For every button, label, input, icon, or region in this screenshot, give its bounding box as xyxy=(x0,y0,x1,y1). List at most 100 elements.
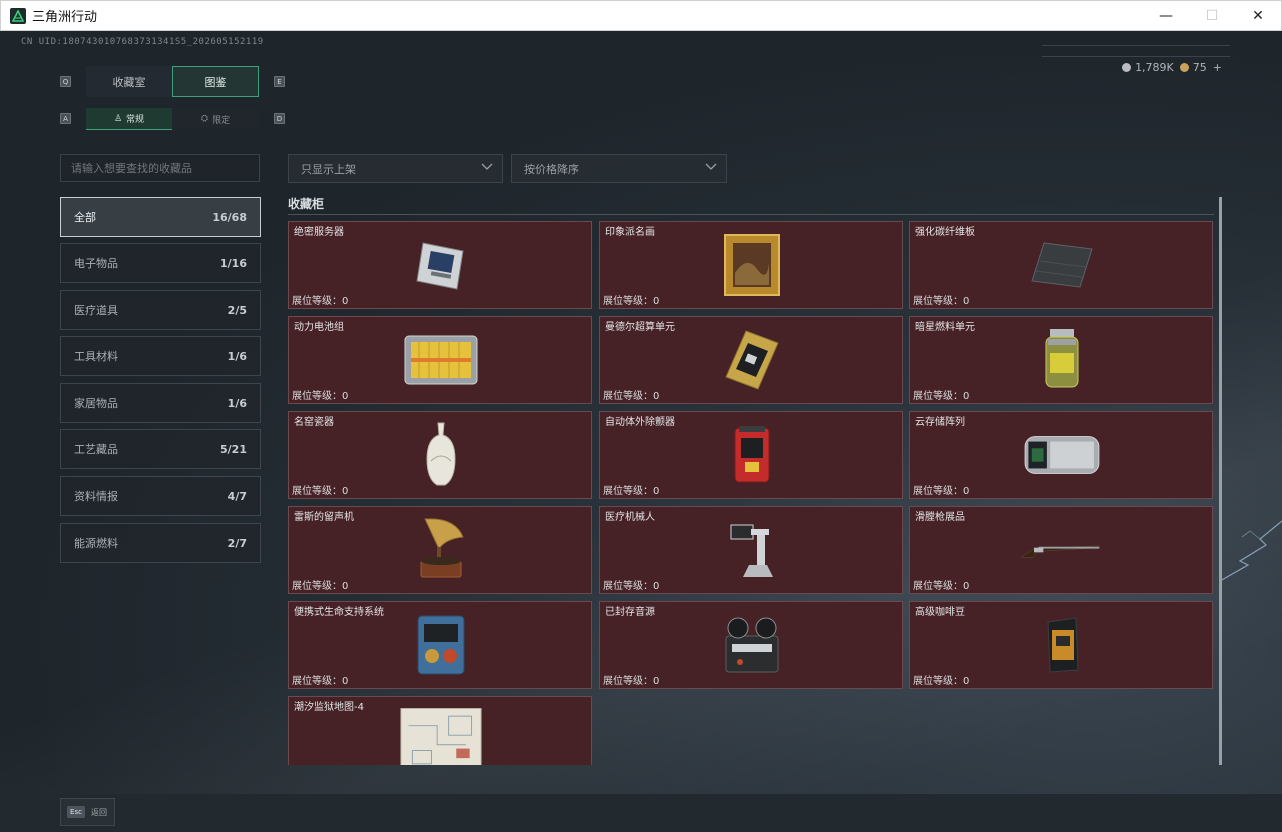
booth-level: 展位等级：0 xyxy=(603,387,659,402)
collection-card[interactable]: 潮汐监狱地图-4展位等级：0 xyxy=(288,696,592,765)
booth-level: 展位等级：0 xyxy=(913,292,969,307)
server-icon xyxy=(399,230,483,300)
medical-robot-icon xyxy=(710,515,794,585)
booth-level-label: 展位等级： xyxy=(292,296,342,307)
category-count: 16/68 xyxy=(212,210,247,224)
collection-card[interactable]: 滑膛枪展品 展位等级：0 xyxy=(909,506,1213,594)
carbon-plate-icon xyxy=(1020,230,1104,300)
item-name: 滑膛枪展品 xyxy=(915,512,965,523)
collection-card[interactable]: 动力电池组 展位等级：0 xyxy=(288,316,592,404)
item-name: 自动体外除颤器 xyxy=(605,417,675,428)
window-title-bar: 三角洲行动 — ☐ ✕ xyxy=(0,0,1282,31)
booth-level-label: 展位等级： xyxy=(292,391,342,402)
subtab-next-key: D xyxy=(274,113,285,124)
collection-card[interactable]: 自动体外除颤器展位等级：0 xyxy=(599,411,903,499)
collection-card[interactable]: 印象派名画展位等级：0 xyxy=(599,221,903,309)
booth-level-value: 0 xyxy=(963,676,970,687)
collection-card[interactable]: 已封存音源展位等级：0 xyxy=(599,601,903,689)
map-icon xyxy=(399,705,483,765)
booth-level-value: 0 xyxy=(653,676,660,687)
close-button[interactable]: ✕ xyxy=(1235,1,1281,31)
chevron-down-icon xyxy=(705,163,717,170)
item-name: 已封存音源 xyxy=(605,607,655,618)
collection-card[interactable]: 强化碳纤维板 展位等级：0 xyxy=(909,221,1213,309)
subtab-prev-key: A xyxy=(60,113,71,124)
display-filter-dropdown[interactable]: 只显示上架 xyxy=(288,154,503,183)
item-name: 医疗机械人 xyxy=(605,512,655,523)
minimize-button[interactable]: — xyxy=(1143,1,1189,31)
tab-collection-room[interactable]: 收藏室 xyxy=(86,66,172,97)
booth-level-label: 展位等级： xyxy=(292,676,342,687)
gold-currency: 75 xyxy=(1179,61,1207,74)
item-name: 暗星燃料单元 xyxy=(915,322,975,333)
collection-card[interactable]: 曼德尔超算单元 展位等级：0 xyxy=(599,316,903,404)
limited-icon: ⛭ xyxy=(200,114,209,124)
booth-level-value: 0 xyxy=(653,581,660,592)
item-name: 名窑瓷器 xyxy=(294,417,334,428)
booth-level-label: 展位等级： xyxy=(603,676,653,687)
maximize-button[interactable]: ☐ xyxy=(1189,1,1235,31)
cabinet-scrollbar[interactable] xyxy=(1219,197,1222,765)
add-currency-button[interactable]: + xyxy=(1213,61,1222,74)
sort-dropdown[interactable]: 按价格降序 xyxy=(511,154,727,183)
collection-card[interactable]: 名窑瓷器 展位等级：0 xyxy=(288,411,592,499)
category-item[interactable]: 能源燃料 2/7 xyxy=(60,523,261,563)
item-name: 雷斯的留声机 xyxy=(294,512,354,523)
booth-level-value: 0 xyxy=(342,581,349,592)
item-name: 印象派名画 xyxy=(605,227,655,238)
collection-card[interactable]: 便携式生命支持系统 展位等级：0 xyxy=(288,601,592,689)
collection-card[interactable]: 云存储阵列 展位等级：0 xyxy=(909,411,1213,499)
flask-icon: ♙ xyxy=(113,113,123,124)
booth-level-label: 展位等级： xyxy=(913,486,963,497)
collection-card[interactable]: 医疗机械人展位等级：0 xyxy=(599,506,903,594)
collection-card[interactable]: 高级咖啡豆 展位等级：0 xyxy=(909,601,1213,689)
booth-level: 展位等级：0 xyxy=(603,292,659,307)
category-item[interactable]: 资料情报 4/7 xyxy=(60,476,261,516)
booth-level-label: 展位等级： xyxy=(603,391,653,402)
collection-card[interactable]: 绝密服务器 展位等级：0 xyxy=(288,221,592,309)
category-item[interactable]: 电子物品 1/16 xyxy=(60,243,261,283)
category-item[interactable]: 家居物品 1/6 xyxy=(60,383,261,423)
computing-unit-icon xyxy=(710,325,794,395)
booth-level-label: 展位等级： xyxy=(603,581,653,592)
collection-card[interactable]: 雷斯的留声机 展位等级：0 xyxy=(288,506,592,594)
booth-level-label: 展位等级： xyxy=(292,581,342,592)
collection-card[interactable]: 暗星燃料单元展位等级：0 xyxy=(909,316,1213,404)
fuel-cell-icon xyxy=(1020,325,1104,395)
subtab-regular[interactable]: ♙ 常规 xyxy=(86,108,172,130)
tab-prev-key: Q xyxy=(60,76,71,87)
category-label: 家居物品 xyxy=(74,397,118,410)
subtab-regular-label: 常规 xyxy=(126,115,145,125)
booth-level: 展位等级：0 xyxy=(603,577,659,592)
item-name: 绝密服务器 xyxy=(294,227,344,238)
category-label: 工艺藏品 xyxy=(74,443,118,456)
back-button[interactable]: Esc 返回 xyxy=(60,798,115,826)
silver-currency: 1,789K xyxy=(1122,61,1174,74)
booth-level-label: 展位等级： xyxy=(913,296,963,307)
category-item[interactable]: 工具材料 1/6 xyxy=(60,336,261,376)
category-item[interactable]: 全部 16/68 xyxy=(60,197,261,237)
category-count: 4/7 xyxy=(227,489,247,503)
search-input[interactable]: 请输入想要查找的收藏品 xyxy=(60,154,260,182)
subtab-limited[interactable]: ⛭ 限定 xyxy=(172,108,259,130)
category-count: 1/6 xyxy=(227,349,247,363)
booth-level: 展位等级：0 xyxy=(292,672,348,687)
window-title: 三角洲行动 xyxy=(32,10,98,25)
booth-level-label: 展位等级： xyxy=(603,296,653,307)
booth-level-value: 0 xyxy=(342,676,349,687)
display-filter-value: 只显示上架 xyxy=(301,162,356,176)
category-item[interactable]: 医疗道具 2/5 xyxy=(60,290,261,330)
tab-catalog[interactable]: 图鉴 xyxy=(172,66,259,97)
silver-coin-icon xyxy=(1122,62,1132,72)
booth-level: 展位等级：0 xyxy=(603,482,659,497)
booth-level-label: 展位等级： xyxy=(913,676,963,687)
category-item[interactable]: 工艺藏品 5/21 xyxy=(60,429,261,469)
category-count: 5/21 xyxy=(220,442,247,456)
category-label: 电子物品 xyxy=(74,257,118,270)
porcelain-vase-icon xyxy=(399,420,483,490)
category-count: 2/7 xyxy=(227,536,247,550)
item-name: 动力电池组 xyxy=(294,322,344,333)
storage-array-icon xyxy=(1020,420,1104,490)
booth-level: 展位等级：0 xyxy=(913,387,969,402)
cabinet-divider xyxy=(288,214,1214,215)
